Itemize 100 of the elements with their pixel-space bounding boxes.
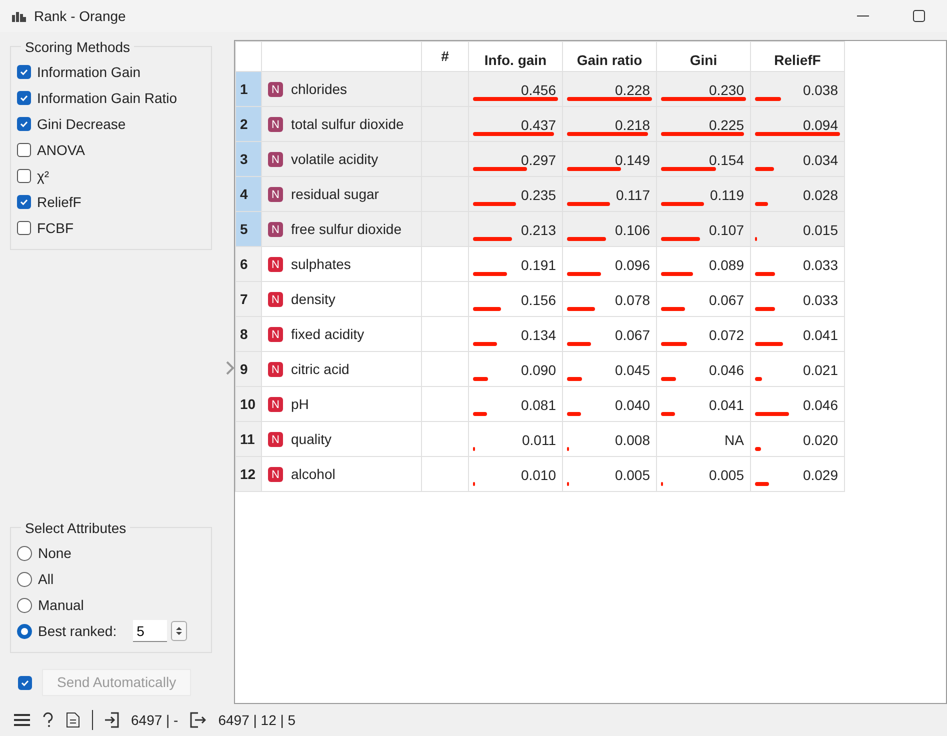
score-value: 0.046 <box>708 362 744 378</box>
score-value: 0.117 <box>616 187 650 203</box>
radio-button[interactable] <box>17 624 32 638</box>
checkbox[interactable] <box>17 117 31 131</box>
checkbox[interactable] <box>17 221 31 235</box>
attribute-name: citric acid <box>291 360 350 376</box>
score-value: 0.038 <box>802 82 838 98</box>
score-value: 0.045 <box>614 362 650 378</box>
attribute-name: quality <box>291 430 332 446</box>
output-summary: 6497 | 12 | 5 <box>218 710 296 730</box>
attribute-name: volatile acidity <box>291 150 378 166</box>
row-header[interactable]: 11 <box>236 422 262 456</box>
radio-label[interactable]: Best ranked: <box>38 620 117 642</box>
checkbox-label[interactable]: Information Gain Ratio <box>37 88 178 108</box>
radio-button[interactable] <box>17 572 32 586</box>
checkbox[interactable] <box>17 143 31 157</box>
radio-label[interactable]: Manual <box>38 594 84 616</box>
checkbox-label[interactable]: Gini Decrease <box>37 114 126 134</box>
score-value: NA <box>724 432 744 448</box>
score-value: 0.067 <box>708 292 744 308</box>
checkbox[interactable] <box>17 169 31 183</box>
row-header[interactable]: 6 <box>236 246 262 282</box>
check-icon <box>19 67 29 77</box>
numeric-type-icon: N <box>268 187 283 202</box>
check-icon <box>19 93 29 103</box>
checkbox-label[interactable]: Information Gain <box>37 62 140 82</box>
score-value: 0.225 <box>708 117 744 133</box>
score-value: 0.033 <box>802 292 838 308</box>
score-value: 0.081 <box>520 397 556 413</box>
check-icon <box>20 678 30 688</box>
spin-arrows-icon <box>174 625 183 637</box>
score-value: 0.119 <box>710 187 744 203</box>
column-header[interactable]: ReliefF <box>750 42 844 72</box>
score-value: 0.067 <box>614 327 650 343</box>
score-value: 0.046 <box>802 397 838 413</box>
score-value: 0.213 <box>520 222 556 238</box>
attribute-name: alcohol <box>291 466 336 482</box>
attribute-name: total sulfur dioxide <box>291 116 404 132</box>
input-summary: 6497 | - <box>131 710 178 730</box>
attribute-name: chlorides <box>291 80 348 96</box>
score-value: 0.072 <box>708 327 744 343</box>
menu-icon[interactable] <box>14 713 30 727</box>
score-value: 0.134 <box>520 327 556 343</box>
column-header[interactable]: Gain ratio <box>562 42 656 72</box>
input-icon <box>105 712 119 728</box>
row-header[interactable]: 4 <box>236 176 262 212</box>
score-value: 0.090 <box>520 362 556 378</box>
checkbox-label[interactable]: FCBF <box>37 218 74 238</box>
score-value: 0.034 <box>802 152 838 168</box>
row-header[interactable]: 9 <box>236 352 262 386</box>
column-header[interactable]: Gini <box>656 42 750 72</box>
score-value: 0.033 <box>802 257 838 273</box>
numeric-type-icon: N <box>268 432 283 448</box>
document-icon[interactable] <box>66 712 80 728</box>
score-value: 0.456 <box>520 82 556 98</box>
score-value: 0.041 <box>708 397 744 413</box>
checkbox-label[interactable]: ReliefF <box>37 192 82 212</box>
attribute-name: pH <box>291 396 309 412</box>
score-value: 0.218 <box>614 117 650 133</box>
score-value: 0.107 <box>708 222 744 238</box>
row-header[interactable]: 3 <box>236 142 262 176</box>
score-value: 0.156 <box>520 292 556 308</box>
attribute-name: fixed acidity <box>291 326 364 342</box>
row-header[interactable]: 8 <box>236 316 262 352</box>
column-header[interactable]: Info. gain <box>468 42 562 72</box>
spin-button[interactable] <box>170 621 187 641</box>
window-title: Rank - Orange <box>34 6 126 26</box>
checkbox[interactable] <box>17 91 31 105</box>
radio-button[interactable] <box>17 598 32 612</box>
score-value: 0.005 <box>614 467 650 483</box>
numeric-type-icon: N <box>268 467 283 482</box>
column-header[interactable]: # <box>422 42 468 72</box>
checkbox-label[interactable]: χ² <box>37 166 50 186</box>
radio-button[interactable] <box>17 546 32 560</box>
numeric-type-icon: N <box>268 362 283 378</box>
attribute-name: density <box>291 290 336 306</box>
score-value: 0.149 <box>614 152 650 168</box>
radio-label[interactable]: None <box>38 542 72 564</box>
row-header[interactable]: 12 <box>236 456 262 492</box>
score-value: 0.040 <box>614 397 650 413</box>
checkbox[interactable] <box>17 65 31 79</box>
row-header[interactable]: 10 <box>236 386 262 422</box>
row-header[interactable]: 1 <box>236 72 262 106</box>
help-icon[interactable] <box>42 712 54 728</box>
row-header[interactable]: 7 <box>236 282 262 316</box>
checkbox[interactable] <box>18 676 32 690</box>
score-value: 0.437 <box>520 117 556 133</box>
check-icon <box>19 119 29 129</box>
row-header[interactable]: 2 <box>236 106 262 142</box>
radio-label[interactable]: All <box>38 568 54 590</box>
score-value: 0.020 <box>802 432 838 448</box>
score-value: 0.235 <box>520 187 556 203</box>
row-header[interactable]: 5 <box>236 212 262 246</box>
number-field[interactable]: 5 <box>132 620 167 642</box>
check-icon <box>19 197 29 207</box>
checkbox-label[interactable]: ANOVA <box>37 140 85 160</box>
checkbox[interactable] <box>17 195 31 209</box>
numeric-type-icon: N <box>268 397 283 412</box>
app-icon <box>12 10 26 22</box>
score-value: 0.041 <box>802 327 838 343</box>
